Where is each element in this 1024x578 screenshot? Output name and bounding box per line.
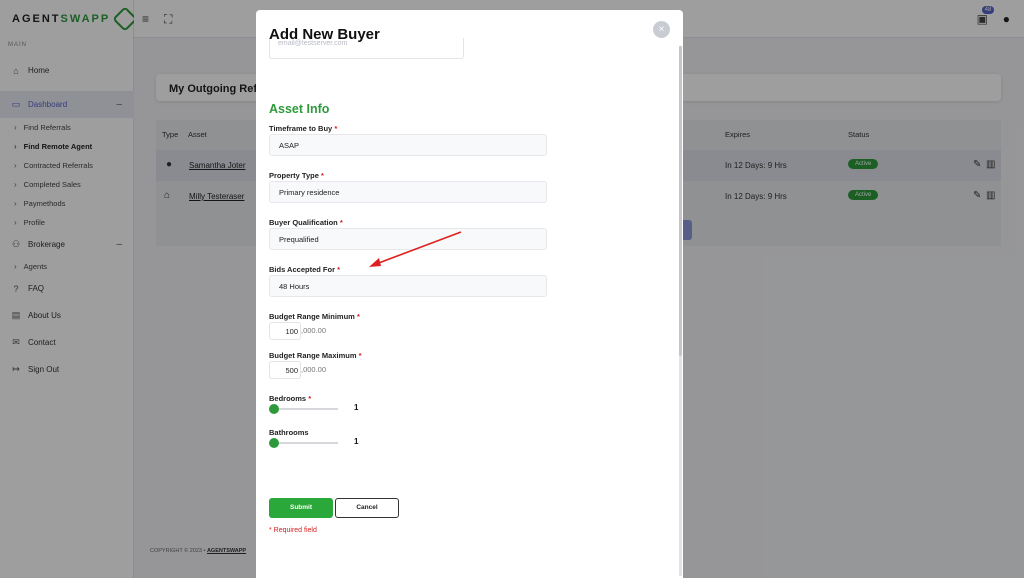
scrollbar-thumb[interactable] (679, 46, 682, 356)
bedrooms-slider-handle[interactable] (269, 404, 279, 414)
property-type-select[interactable]: Primary residence (269, 181, 547, 203)
timeframe-label: Timeframe to Buy * (269, 124, 338, 133)
bathrooms-slider-track[interactable] (272, 442, 338, 444)
budget-max-input[interactable]: 500 (269, 361, 301, 379)
budget-min-input[interactable]: 100 (269, 322, 301, 340)
scrollbar[interactable] (679, 46, 682, 576)
bedrooms-slider-track[interactable] (272, 408, 338, 410)
budget-min-label: Budget Range Minimum * (269, 312, 360, 321)
budget-max-label: Budget Range Maximum * (269, 351, 362, 360)
modal-title: Add New Buyer (269, 26, 380, 43)
bedrooms-label: Bedrooms * (269, 394, 312, 403)
add-buyer-modal: email@testserver.com Add New Buyer × Ass… (256, 10, 683, 578)
property-type-label: Property Type * (269, 171, 324, 180)
bids-label: Bids Accepted For * (269, 265, 340, 274)
bathrooms-value: 1 (354, 437, 359, 446)
bedrooms-value: 1 (354, 403, 359, 412)
close-button[interactable]: × (653, 21, 670, 38)
bathrooms-label: Bathrooms (269, 428, 309, 437)
cancel-button[interactable]: Cancel (335, 498, 399, 518)
qualification-select[interactable]: Prequalified (269, 228, 547, 250)
submit-button[interactable]: Submit (269, 498, 333, 518)
bids-select[interactable]: 48 Hours (269, 275, 547, 297)
qualification-label: Buyer Qualification * (269, 218, 343, 227)
timeframe-select[interactable]: ASAP (269, 134, 547, 156)
budget-max-suffix: ,000.00 (301, 365, 327, 374)
bathrooms-slider-handle[interactable] (269, 438, 279, 448)
required-field-note: * Required field (269, 527, 317, 534)
budget-min-suffix: ,000.00 (301, 326, 327, 335)
section-title-asset-info: Asset Info (269, 102, 330, 116)
